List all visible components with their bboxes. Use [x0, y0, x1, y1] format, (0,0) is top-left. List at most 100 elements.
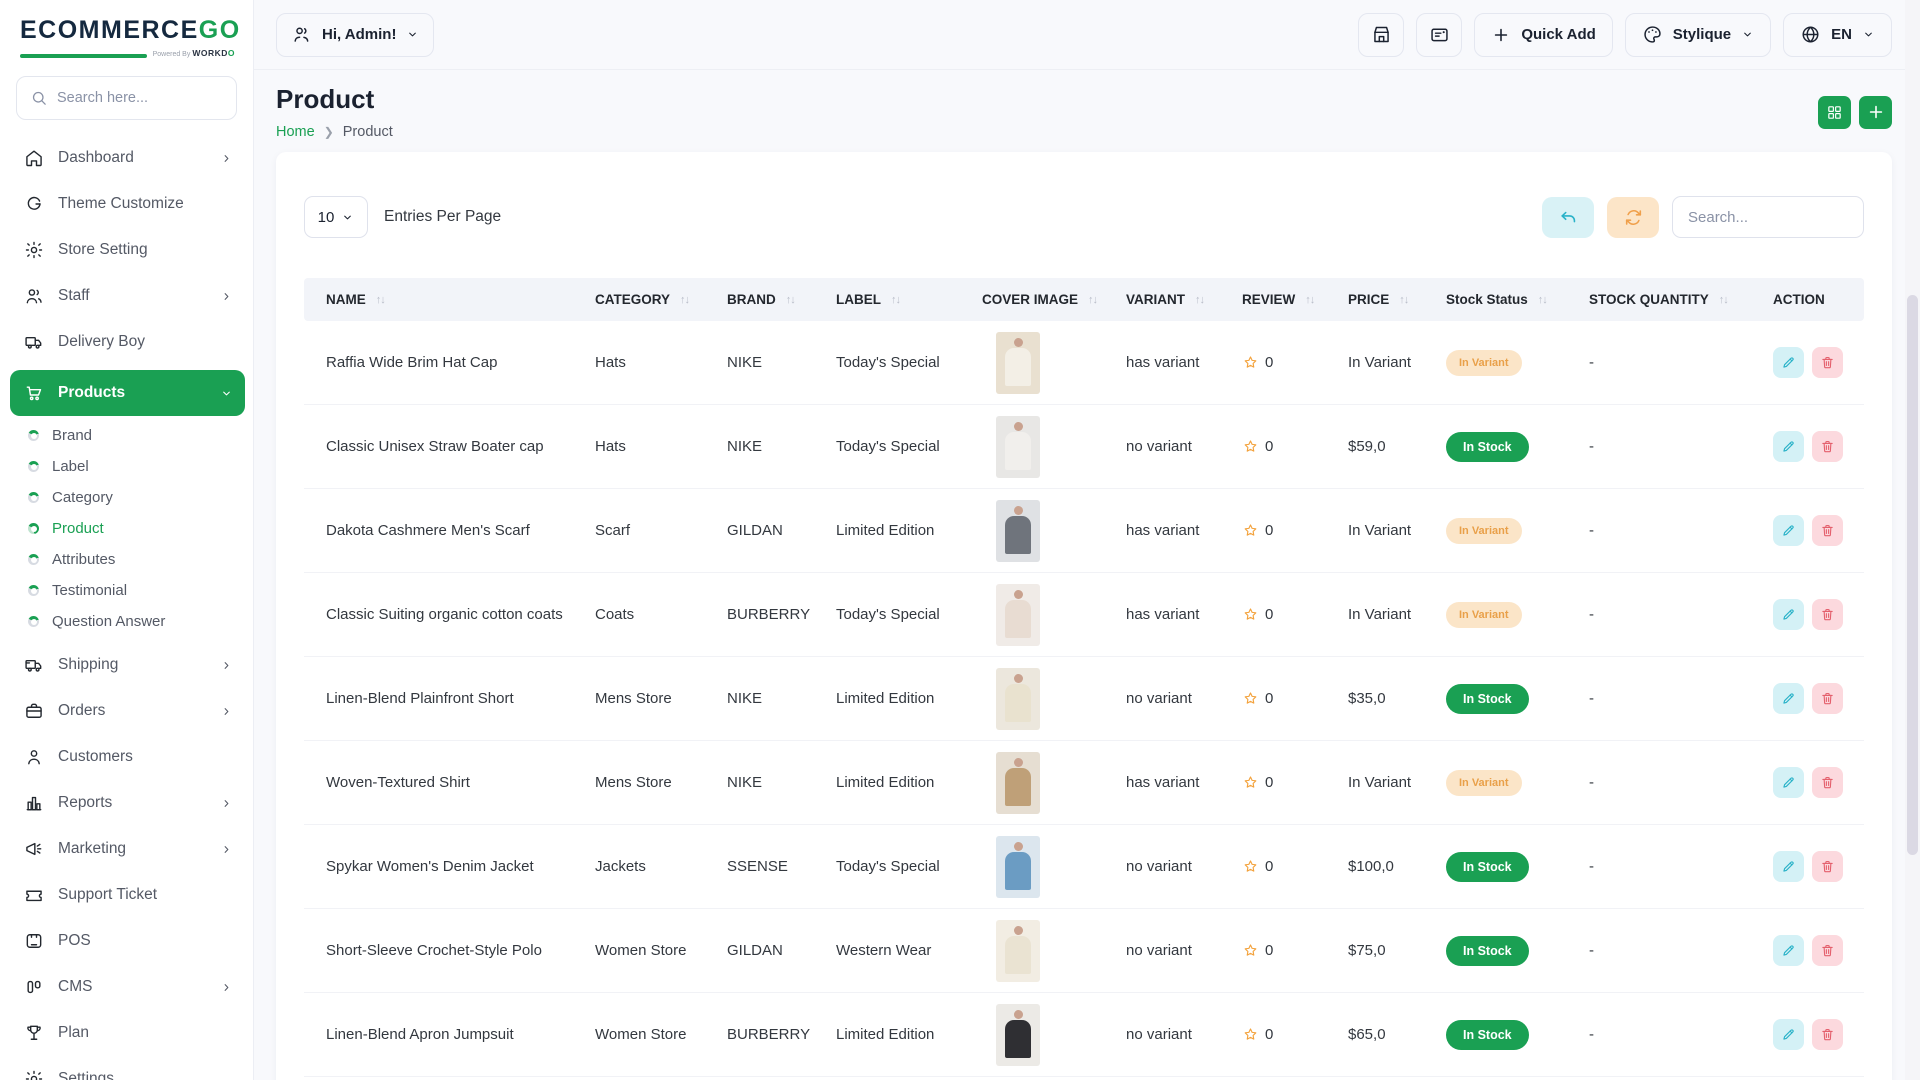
- sort-icon[interactable]: ↑↓: [786, 294, 795, 306]
- column-header-label: VARIANT: [1126, 292, 1185, 307]
- entries-per-page-select[interactable]: 10: [304, 196, 368, 238]
- table-row: Classic Unisex Straw Boater capHatsNIKET…: [304, 405, 1864, 489]
- sidebar-item-support-ticket[interactable]: Support Ticket: [16, 875, 241, 915]
- sidebar-item-marketing[interactable]: Marketing: [16, 829, 241, 869]
- app-logo[interactable]: ECOMMERCEGO Powered By WORKDO: [0, 0, 253, 64]
- sidebar-subitem-question-answer[interactable]: Question Answer: [28, 606, 253, 637]
- star-icon: [1242, 690, 1259, 707]
- sort-icon[interactable]: ↑↓: [1399, 294, 1408, 306]
- delete-button[interactable]: [1812, 515, 1843, 546]
- review-count: 0: [1265, 774, 1273, 791]
- sidebar-item-dashboard[interactable]: Dashboard: [16, 138, 241, 178]
- column-header-price[interactable]: PRICE↑↓: [1348, 292, 1446, 307]
- table-row: Dakota Cashmere Men's ScarfScarfGILDANLi…: [304, 489, 1864, 573]
- sort-icon[interactable]: ↑↓: [1305, 294, 1314, 306]
- bullet-icon: [28, 492, 39, 503]
- column-header-name[interactable]: NAME↑↓: [304, 292, 595, 307]
- add-product-button[interactable]: [1859, 96, 1892, 129]
- edit-button[interactable]: [1773, 683, 1804, 714]
- sort-icon[interactable]: ↑↓: [376, 294, 385, 306]
- product-name: Classic Suiting organic cotton coats: [304, 606, 595, 623]
- sidebar-item-theme-customize[interactable]: Theme Customize: [16, 184, 241, 224]
- column-header-brand[interactable]: BRAND↑↓: [727, 292, 836, 307]
- cover-image-figure: [1005, 1020, 1031, 1058]
- sidebar-item-staff[interactable]: Staff: [16, 276, 241, 316]
- edit-button[interactable]: [1773, 431, 1804, 462]
- stock-quantity: -: [1589, 354, 1773, 371]
- column-header-variant[interactable]: VARIANT ↑↓: [1126, 292, 1242, 307]
- edit-button[interactable]: [1773, 599, 1804, 630]
- sort-icon[interactable]: ↑↓: [1719, 294, 1728, 306]
- sidebar-item-cms[interactable]: CMS: [16, 967, 241, 1007]
- user-menu-button[interactable]: Hi, Admin!: [276, 13, 434, 57]
- sidebar-subitem-label: Attributes: [52, 551, 115, 568]
- sidebar-item-store-setting[interactable]: Store Setting: [16, 230, 241, 270]
- sidebar-item-label: Plan: [58, 1024, 233, 1042]
- row-actions: [1773, 515, 1864, 546]
- column-header-review[interactable]: REVIEW↑↓: [1242, 292, 1348, 307]
- sidebar-item-orders[interactable]: Orders: [16, 691, 241, 731]
- delete-button[interactable]: [1812, 935, 1843, 966]
- undo-button[interactable]: [1542, 197, 1594, 238]
- edit-button[interactable]: [1773, 851, 1804, 882]
- column-header-cover-image[interactable]: COVER IMAGE↑↓: [982, 292, 1126, 307]
- sort-icon[interactable]: ↑↓: [891, 294, 900, 306]
- sidebar-item-customers[interactable]: Customers: [16, 737, 241, 777]
- entries-per-page-value: 10: [318, 209, 335, 226]
- delete-button[interactable]: [1812, 851, 1843, 882]
- sort-icon[interactable]: ↑↓: [1088, 294, 1097, 306]
- sidebar-item-label: Staff: [58, 287, 206, 305]
- breadcrumb-home-link[interactable]: Home: [276, 124, 315, 140]
- cover-image: [996, 1004, 1040, 1066]
- column-header-label[interactable]: LABEL↑↓: [836, 292, 982, 307]
- email-template-button[interactable]: [1416, 13, 1462, 57]
- column-header-stock-status[interactable]: Stock Status↑↓: [1446, 292, 1589, 307]
- quick-add-button[interactable]: Quick Add: [1474, 13, 1612, 57]
- sidebar-item-shipping[interactable]: Shipping: [16, 645, 241, 685]
- sort-icon[interactable]: ↑↓: [1538, 294, 1547, 306]
- sidebar-item-plan[interactable]: Plan: [16, 1013, 241, 1053]
- table-search-input[interactable]: [1672, 196, 1864, 238]
- delete-button[interactable]: [1812, 767, 1843, 798]
- language-select-button[interactable]: EN: [1783, 13, 1892, 57]
- delete-button[interactable]: [1812, 347, 1843, 378]
- column-header-stock-quantity[interactable]: STOCK QUANTITY↑↓: [1589, 292, 1773, 307]
- sidebar-item-reports[interactable]: Reports: [16, 783, 241, 823]
- sort-icon[interactable]: ↑↓: [680, 294, 689, 306]
- delete-button[interactable]: [1812, 599, 1843, 630]
- sidebar-subitem-brand[interactable]: Brand: [28, 420, 253, 451]
- edit-button[interactable]: [1773, 1019, 1804, 1050]
- sidebar-item-pos[interactable]: POS: [16, 921, 241, 961]
- product-price: $35,0: [1348, 690, 1446, 707]
- sidebar-item-settings[interactable]: Settings: [16, 1059, 241, 1080]
- page-scrollbar[interactable]: [1905, 0, 1920, 1080]
- sidebar-item-products[interactable]: Products: [10, 370, 245, 416]
- sort-icon[interactable]: ↑↓: [1195, 294, 1204, 306]
- star-icon: [1242, 858, 1259, 875]
- sidebar-subitem-category[interactable]: Category: [28, 482, 253, 513]
- sidebar-subitem-attributes[interactable]: Attributes: [28, 544, 253, 575]
- edit-button[interactable]: [1773, 347, 1804, 378]
- delete-button[interactable]: [1812, 683, 1843, 714]
- pencil-icon: [1781, 691, 1796, 706]
- home-icon: [24, 148, 44, 168]
- refresh-button[interactable]: [1607, 197, 1659, 238]
- sidebar-item-delivery-boy[interactable]: Delivery Boy: [16, 322, 241, 362]
- sidebar-subitem-testimonial[interactable]: Testimonial: [28, 575, 253, 606]
- sidebar-subitem-label[interactable]: Label: [28, 451, 253, 482]
- theme-select-button[interactable]: Stylique: [1625, 13, 1771, 57]
- column-header-category[interactable]: CATEGORY↑↓: [595, 292, 727, 307]
- edit-button[interactable]: [1773, 767, 1804, 798]
- grid-view-button[interactable]: [1818, 96, 1851, 129]
- storefront-button[interactable]: [1358, 13, 1404, 57]
- chevron-right-icon: [220, 290, 233, 303]
- delete-button[interactable]: [1812, 431, 1843, 462]
- edit-button[interactable]: [1773, 935, 1804, 966]
- sidebar-subitem-product[interactable]: Product: [28, 513, 253, 544]
- sidebar-search-input[interactable]: [57, 90, 244, 106]
- delete-button[interactable]: [1812, 1019, 1843, 1050]
- product-brand: NIKE: [727, 774, 836, 791]
- edit-button[interactable]: [1773, 515, 1804, 546]
- user-menu-label: Hi, Admin!: [322, 26, 396, 43]
- page-scrollbar-thumb[interactable]: [1907, 295, 1918, 855]
